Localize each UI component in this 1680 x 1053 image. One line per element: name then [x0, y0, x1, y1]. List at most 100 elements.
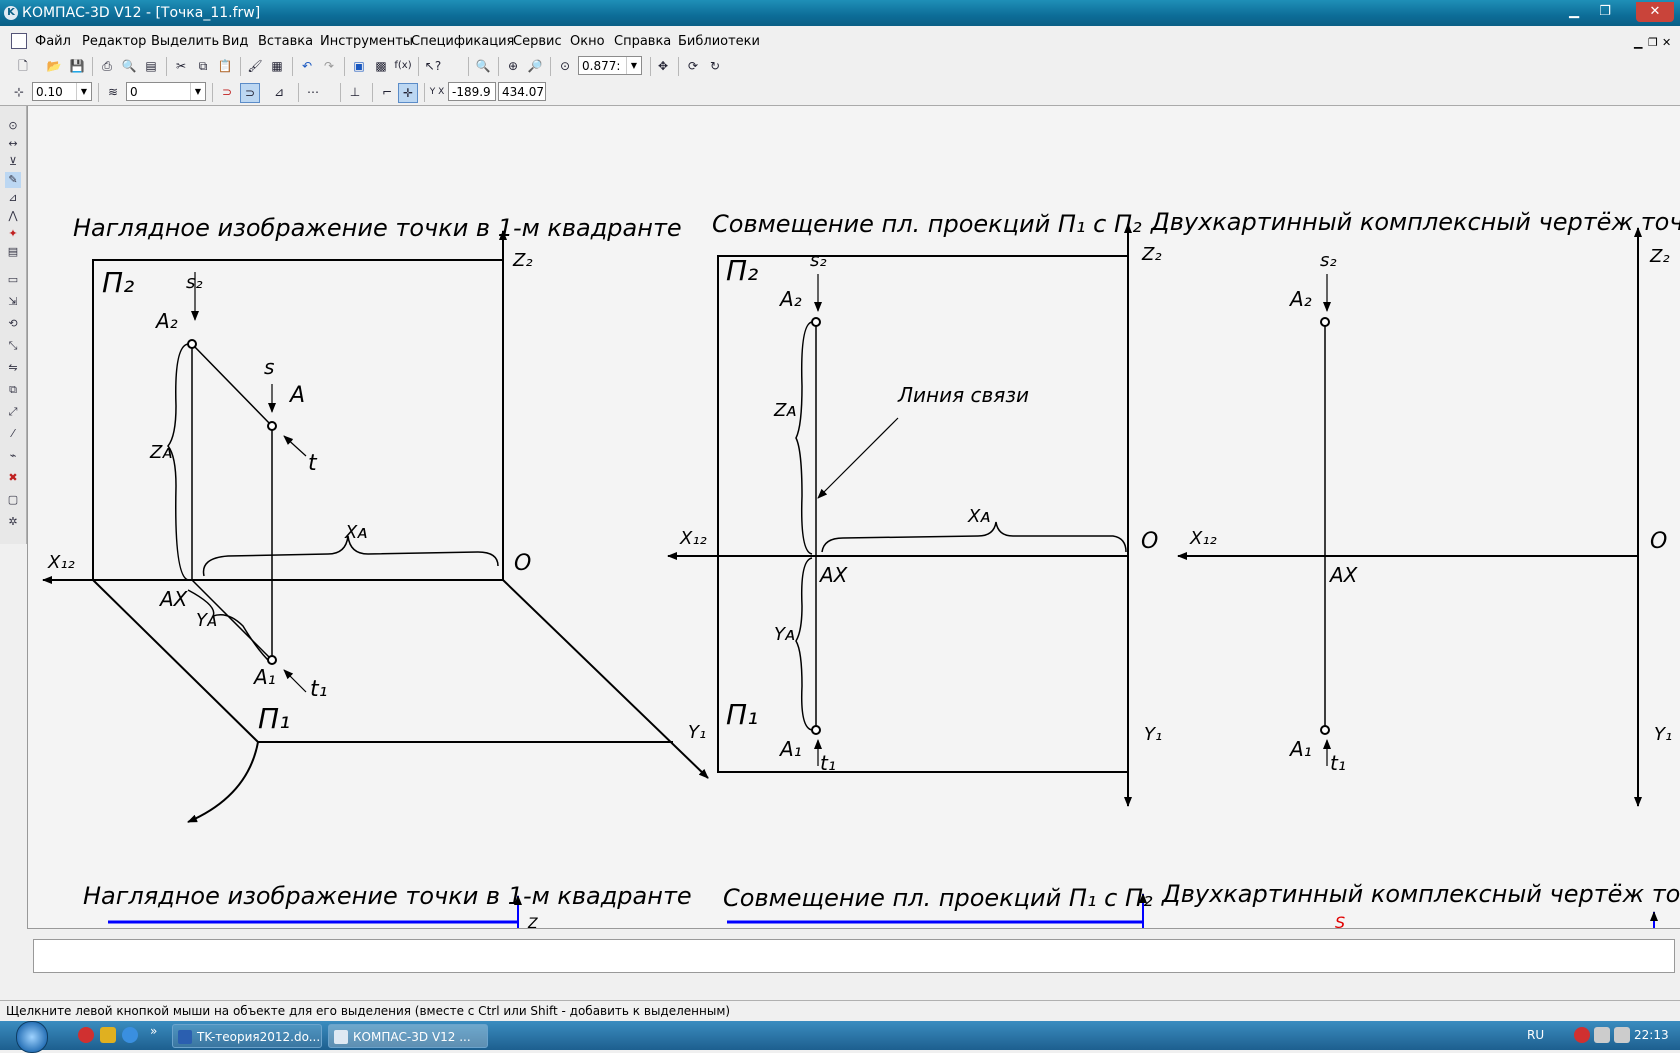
coord-x-field[interactable]: -189.9 — [448, 82, 496, 101]
opera-icon[interactable] — [78, 1027, 94, 1043]
properties-panel-body[interactable] — [33, 939, 1675, 973]
orthogonal-icon[interactable]: ⊿ — [270, 83, 288, 101]
menu-select[interactable]: Выделить — [151, 34, 219, 49]
menu-libraries[interactable]: Библиотеки — [678, 34, 760, 49]
format-brush-icon[interactable]: 🖌 — [246, 57, 264, 75]
designations-icon[interactable]: ⊻ — [5, 154, 21, 170]
menu-editor[interactable]: Редактор — [82, 34, 146, 49]
tray-network-icon[interactable] — [1594, 1027, 1610, 1043]
associative-views-icon[interactable]: ▤ — [5, 244, 21, 260]
refresh-view-icon[interactable]: ⟳ — [684, 57, 702, 75]
zoom-window-icon[interactable]: ⊕ — [504, 57, 522, 75]
doc-minimize-button[interactable]: ▁ — [1634, 36, 1642, 49]
select-icon[interactable]: ✦ — [5, 226, 21, 242]
paste-icon[interactable]: 📋 — [216, 57, 234, 75]
manager-icon[interactable]: ▣ — [350, 57, 368, 75]
print-icon[interactable]: ⎙ — [98, 57, 116, 75]
local-snap-icon[interactable]: ⊃ — [240, 83, 260, 103]
trim-tool-icon[interactable]: ⁄ — [5, 426, 21, 442]
minimize-button[interactable]: ▁ — [1560, 2, 1588, 22]
local-cs-icon[interactable]: ⊥ — [346, 83, 364, 101]
function-icon[interactable]: f(x) — [394, 57, 412, 75]
round-mode-icon[interactable]: ✛ — [398, 83, 418, 103]
chevron-down-icon[interactable]: ▼ — [76, 83, 91, 100]
point-a2-3d[interactable] — [187, 339, 197, 349]
doc-close-button[interactable]: ✕ — [1662, 36, 1671, 49]
snap-magnet-icon[interactable]: ⊃ — [218, 83, 236, 101]
pan-icon[interactable]: ✥ — [654, 57, 672, 75]
point-a1-complex[interactable] — [1320, 725, 1330, 735]
open-file-icon[interactable]: 📂 — [45, 57, 63, 75]
preview-icon[interactable]: ▤ — [142, 57, 160, 75]
redo-icon[interactable]: ↷ — [320, 57, 338, 75]
close-button[interactable]: ✕ — [1636, 2, 1674, 22]
task-kompas[interactable]: КОМПАС-3D V12 ... — [328, 1024, 488, 1048]
document-icon[interactable] — [11, 33, 27, 49]
zoom-scale-icon[interactable]: ⊙ — [556, 57, 574, 75]
rotate-tool-icon[interactable]: ⟲ — [5, 316, 21, 332]
menu-insert[interactable]: Вставка — [258, 34, 313, 49]
group-tool-icon[interactable]: ▢ — [5, 492, 21, 508]
point-a1-unfolded[interactable] — [811, 725, 821, 735]
tray-volume-icon[interactable] — [1614, 1027, 1630, 1043]
cut-icon[interactable]: ✂ — [172, 57, 190, 75]
layers-icon[interactable]: ≋ — [104, 83, 122, 101]
copy-icon[interactable]: ⧉ — [194, 57, 212, 75]
task-word-document[interactable]: TK-теория2012.do... — [172, 1024, 322, 1048]
menu-tools[interactable]: Инструменты — [320, 34, 413, 49]
language-indicator[interactable]: RU — [1527, 1028, 1544, 1042]
ortho-mode-icon[interactable]: ⌐ — [378, 83, 396, 101]
menu-help[interactable]: Справка — [614, 34, 671, 49]
doc-restore-button[interactable]: ❐ — [1648, 36, 1658, 49]
drawing-canvas[interactable]: Наглядное изображение точки в 1-м квадра… — [27, 106, 1680, 928]
undo-icon[interactable]: ↶ — [298, 57, 316, 75]
print-preview-icon[interactable]: 🔍 — [120, 57, 138, 75]
maximize-button[interactable]: ❐ — [1591, 2, 1619, 22]
start-button[interactable] — [16, 1021, 48, 1053]
clock[interactable]: 22:13 — [1634, 1028, 1669, 1042]
layer-combo[interactable]: 0 ▼ — [126, 82, 206, 101]
dimensions-icon[interactable]: ↔ — [5, 136, 21, 152]
zoom-in-icon[interactable]: 🔎 — [526, 57, 544, 75]
quicklaunch-expand-icon[interactable]: » — [150, 1024, 157, 1038]
parametrization-icon[interactable]: ⊿ — [5, 190, 21, 206]
properties-icon[interactable]: ▦ — [268, 57, 286, 75]
grid-icon[interactable]: ⋯ — [304, 83, 322, 101]
point-a2-unfolded[interactable] — [811, 317, 821, 327]
step-cursor-icon[interactable]: ⊹ — [10, 83, 28, 101]
menu-specification[interactable]: Спецификация — [411, 34, 514, 49]
menu-window[interactable]: Окно — [570, 34, 605, 49]
deform-tool-icon[interactable]: ⤢ — [5, 404, 21, 420]
scale-tool-icon[interactable]: ⤡ — [5, 338, 21, 354]
explorer-icon[interactable] — [100, 1027, 116, 1043]
move-tool-icon[interactable]: ⇲ — [5, 294, 21, 310]
save-icon[interactable]: 💾 — [68, 57, 86, 75]
measure-icon[interactable]: ⋀ — [5, 208, 21, 224]
coord-y-field[interactable]: 434.07 — [498, 82, 546, 101]
step-combo[interactable]: 0.10 ▼ — [32, 82, 92, 101]
zoom-fit-icon[interactable]: 🔍 — [474, 57, 492, 75]
chevron-down-icon[interactable]: ▼ — [190, 83, 205, 100]
menu-file[interactable]: Файл — [35, 34, 71, 49]
geometry-icon[interactable]: ⊙ — [5, 118, 21, 134]
chevron-down-icon[interactable]: ▼ — [626, 57, 641, 74]
break-tool-icon[interactable]: ⌁ — [5, 448, 21, 464]
line-tool-icon[interactable]: ▭ — [5, 272, 21, 288]
delete-tool-icon[interactable]: ✖ — [5, 470, 21, 486]
help-pointer-icon[interactable]: ↖? — [424, 57, 442, 75]
copy-tool-icon[interactable]: ⧉ — [5, 382, 21, 398]
zoom-combo[interactable]: 0.877: ▼ — [578, 56, 642, 75]
variables-icon[interactable]: ▩ — [372, 57, 390, 75]
menu-view[interactable]: Вид — [222, 34, 248, 49]
point-a-3d[interactable] — [267, 421, 277, 431]
new-file-icon[interactable]: 🗋 — [14, 57, 32, 75]
internet-explorer-icon[interactable] — [122, 1027, 138, 1043]
editing-icon[interactable]: ✎ — [5, 172, 21, 188]
point-a2-complex[interactable] — [1320, 317, 1330, 327]
mirror-tool-icon[interactable]: ⇋ — [5, 360, 21, 376]
menu-service[interactable]: Сервис — [513, 34, 562, 49]
point-a1-3d[interactable] — [267, 655, 277, 665]
redraw-icon[interactable]: ↻ — [706, 57, 724, 75]
tray-opera-icon[interactable] — [1574, 1027, 1590, 1043]
explode-tool-icon[interactable]: ✲ — [5, 514, 21, 530]
